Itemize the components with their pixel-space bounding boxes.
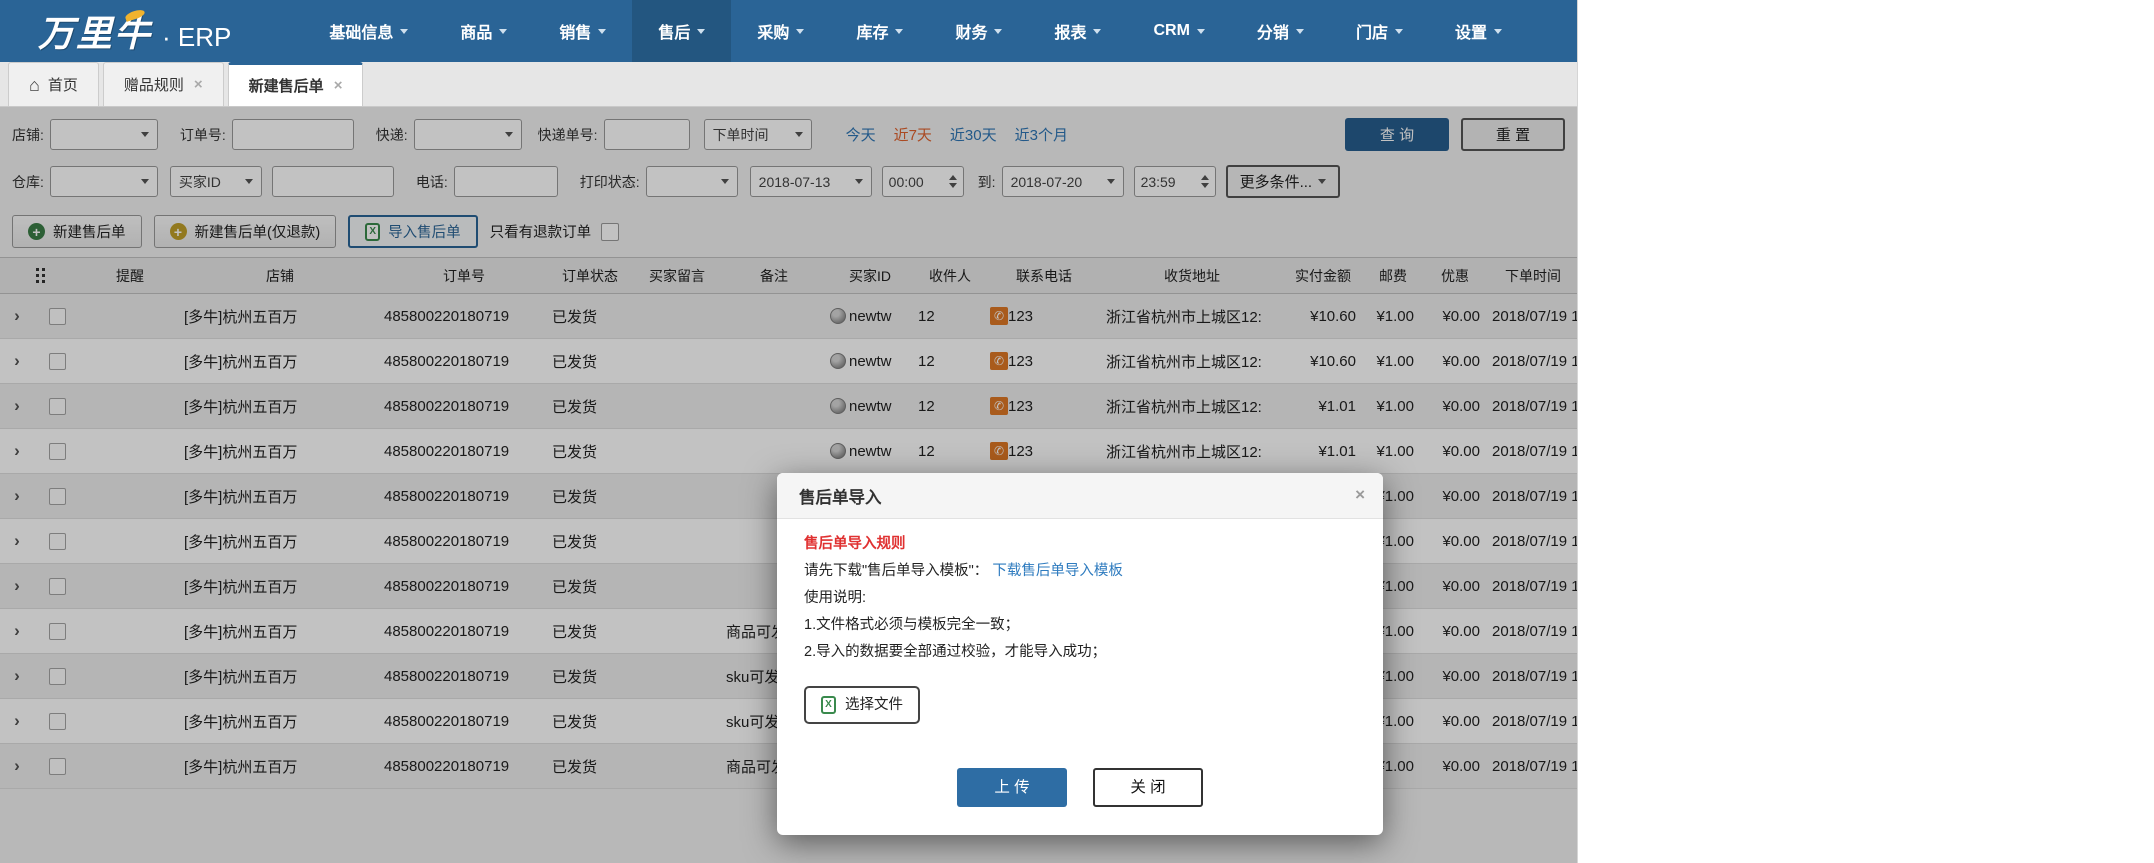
chevron-down-icon bbox=[1093, 28, 1102, 34]
chevron-down-icon bbox=[400, 28, 409, 34]
nav-item-label: 财务 bbox=[955, 25, 988, 42]
choose-file-label: 选择文件 bbox=[845, 696, 903, 713]
chevron-down-icon bbox=[499, 28, 508, 34]
tab-content-area: 店铺: 订单号: 快递: 快递单号: 下单时间 今天 近7天 近30天 近3个月… bbox=[0, 107, 1577, 863]
nav-item-label: 报表 bbox=[1054, 25, 1087, 42]
nav-item-报表[interactable]: 报表 bbox=[1028, 0, 1127, 62]
top-nav-bar: 万里牛 · ERP 基础信息 商品 销售 售后 采购 库存 财务 报表 CRM 分销 门店 设置 bbox=[0, 0, 1577, 62]
nav-item-分销[interactable]: 分销 bbox=[1231, 0, 1330, 62]
nav-item-门店[interactable]: 门店 bbox=[1330, 0, 1429, 62]
nav-item-售后[interactable]: 售后 bbox=[632, 0, 732, 62]
modal-body: 售后单导入规则 请先下载"售后单导入模板"： 下载售后单导入模板 使用说明: 1… bbox=[777, 519, 1383, 807]
chevron-down-icon bbox=[796, 28, 805, 34]
nav-item-CRM[interactable]: CRM bbox=[1127, 0, 1230, 62]
choose-file-button[interactable]: 选择文件 bbox=[804, 686, 920, 724]
import-aftersale-modal: 售后单导入 × 售后单导入规则 请先下载"售后单导入模板"： 下载售后单导入模板… bbox=[777, 473, 1383, 835]
nav-item-label: 基础信息 bbox=[329, 25, 394, 42]
nav-item-label: 分销 bbox=[1256, 25, 1289, 42]
tab-赠品规则[interactable]: 赠品规则 × bbox=[102, 62, 224, 106]
chevron-down-icon bbox=[994, 28, 1003, 34]
nav-item-设置[interactable]: 设置 bbox=[1429, 0, 1528, 62]
usage-title: 使用说明: bbox=[804, 590, 867, 606]
nav-item-基础信息[interactable]: 基础信息 bbox=[303, 0, 434, 62]
nav-item-label: CRM bbox=[1153, 22, 1190, 39]
download-prefix: 请先下载"售后单导入模板"： bbox=[804, 563, 989, 579]
download-template-link[interactable]: 下载售后单导入模板 bbox=[992, 563, 1123, 579]
chevron-down-icon bbox=[895, 28, 904, 34]
usage-lines: 1.文件格式必须与模板完全一致； 2.导入的数据要全部通过校验，才能导入成功； bbox=[804, 612, 1356, 666]
nav-item-label: 库存 bbox=[856, 25, 889, 42]
nav-item-采购[interactable]: 采购 bbox=[731, 0, 830, 62]
nav-item-label: 设置 bbox=[1454, 25, 1487, 42]
nav-item-销售[interactable]: 销售 bbox=[533, 0, 632, 62]
close-icon[interactable]: × bbox=[1355, 485, 1365, 505]
tab-label: 首页 bbox=[47, 77, 78, 94]
nav-item-商品[interactable]: 商品 bbox=[434, 0, 533, 62]
nav-item-label: 采购 bbox=[757, 25, 790, 42]
upload-button[interactable]: 上 传 bbox=[957, 768, 1067, 807]
chevron-down-icon bbox=[598, 28, 607, 34]
tab-label: 赠品规则 bbox=[123, 77, 184, 94]
chevron-down-icon bbox=[1394, 28, 1403, 34]
brand-logo-suffix: · ERP bbox=[162, 22, 232, 52]
nav-item-财务[interactable]: 财务 bbox=[929, 0, 1028, 62]
nav-item-label: 门店 bbox=[1355, 25, 1388, 42]
modal-header: 售后单导入 bbox=[777, 473, 1383, 519]
usage-line: 2.导入的数据要全部通过校验，才能导入成功； bbox=[804, 644, 1107, 660]
modal-title: 售后单导入 bbox=[799, 488, 882, 507]
close-icon[interactable]: × bbox=[194, 76, 203, 93]
close-button[interactable]: 关 闭 bbox=[1093, 768, 1203, 807]
import-rule-title: 售后单导入规则 bbox=[804, 536, 906, 552]
erp-app-window: 万里牛 · ERP 基础信息 商品 销售 售后 采购 库存 财务 报表 CRM 分销 门店 设置 ⌂ 首… bbox=[0, 0, 1578, 863]
tab-label: 新建售后单 bbox=[248, 78, 324, 95]
close-icon[interactable]: × bbox=[334, 77, 343, 94]
chevron-down-icon bbox=[1295, 28, 1304, 34]
nav-item-label: 商品 bbox=[460, 25, 493, 42]
excel-file-icon bbox=[821, 696, 836, 714]
nav-item-label: 售后 bbox=[658, 25, 691, 42]
brand-logo: 万里牛 · ERP bbox=[38, 5, 231, 57]
nav-item-label: 销售 bbox=[559, 25, 592, 42]
tab-bar: ⌂ 首页 赠品规则 × 新建售后单 × bbox=[0, 62, 1577, 107]
usage-line: 1.文件格式必须与模板完全一致； bbox=[804, 617, 1020, 633]
home-icon: ⌂ bbox=[29, 74, 40, 95]
tab-新建售后单[interactable]: 新建售后单 × bbox=[227, 62, 364, 106]
chevron-down-icon bbox=[1196, 28, 1205, 34]
chevron-down-icon bbox=[697, 28, 706, 34]
nav-item-库存[interactable]: 库存 bbox=[830, 0, 929, 62]
download-line: 请先下载"售后单导入模板"： 下载售后单导入模板 bbox=[804, 558, 1356, 585]
nav-menu: 基础信息 商品 销售 售后 采购 库存 财务 报表 CRM 分销 门店 设置 bbox=[303, 0, 1528, 62]
chevron-down-icon bbox=[1493, 28, 1502, 34]
modal-footer: 上 传 关 闭 bbox=[804, 768, 1356, 807]
tab-首页[interactable]: ⌂ 首页 bbox=[8, 62, 99, 106]
